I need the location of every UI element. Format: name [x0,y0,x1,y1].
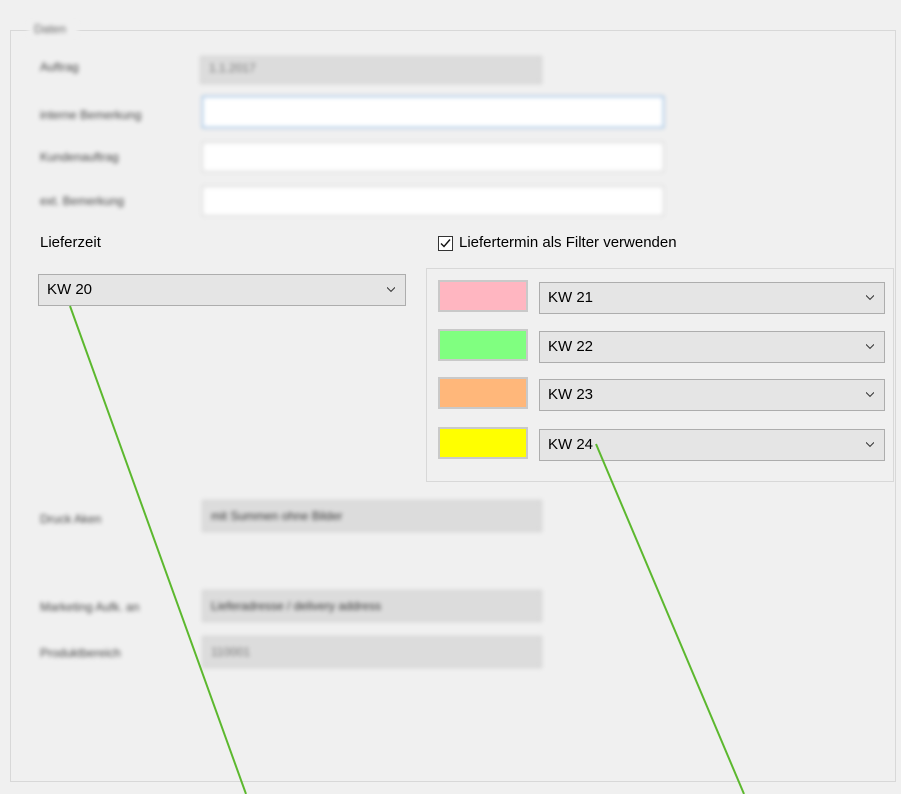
callout-lines [69,305,745,794]
callout-line-lieferzeit [69,305,247,794]
callout-line-kw24 [595,443,745,794]
